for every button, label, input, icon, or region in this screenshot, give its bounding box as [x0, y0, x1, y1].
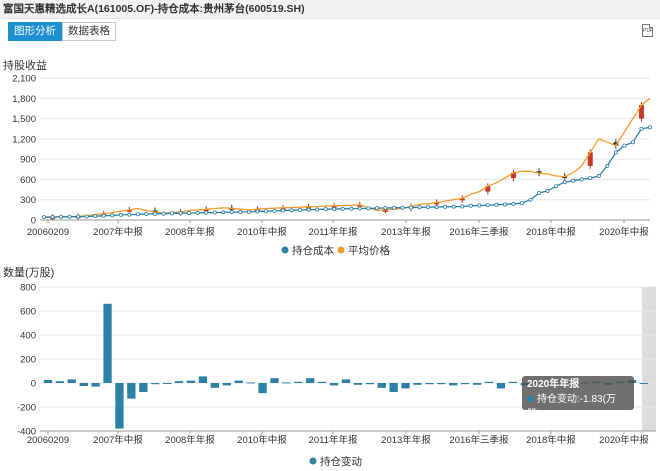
- y-tick-label: 800: [20, 283, 36, 294]
- x-tick-label: 2016年三季报: [449, 434, 509, 446]
- bar: [186, 380, 196, 383]
- bar: [389, 383, 398, 392]
- bar: [174, 381, 184, 383]
- bar: [639, 383, 649, 384]
- bar: [246, 382, 255, 384]
- bar: [437, 383, 446, 385]
- bar: [282, 382, 291, 384]
- bar: [91, 383, 100, 387]
- bar: [163, 383, 172, 384]
- tooltip-series: 持仓变动: [537, 394, 577, 405]
- bar: [318, 381, 327, 383]
- y-tick-label: 600: [20, 307, 36, 318]
- bar: [79, 383, 88, 386]
- x-tick-label: 2018年中报: [526, 434, 576, 446]
- bar: [508, 381, 517, 383]
- y-tick-label: -200: [17, 403, 36, 414]
- bar: [377, 383, 386, 388]
- bar: [270, 378, 279, 383]
- x-tick-label: 2011年年报: [309, 434, 358, 446]
- bar: [115, 383, 124, 429]
- x-tick-label: 2010年中报: [237, 434, 287, 446]
- bar: [449, 383, 458, 386]
- y-tick-label: 400: [20, 331, 36, 342]
- legend-change-icon: [309, 457, 317, 465]
- bar: [55, 381, 64, 383]
- bar: [484, 381, 494, 383]
- bar: [413, 383, 422, 385]
- x-tick-label: 20060209: [27, 435, 69, 446]
- bar: [496, 383, 506, 389]
- tooltip: 2020年年报 持仓变动:-1.83(万股): [522, 376, 634, 420]
- bar: [198, 376, 208, 383]
- tooltip-row: 持仓变动:-1.83(万股): [527, 394, 616, 420]
- bar: [341, 379, 351, 383]
- bar: [222, 383, 231, 386]
- y-tick-label: 200: [20, 355, 36, 366]
- bar: [258, 383, 267, 394]
- tooltip-title: 2020年年报: [527, 379, 580, 390]
- bar: [365, 383, 374, 385]
- bar: [401, 383, 410, 389]
- bar: [151, 383, 160, 385]
- bar: [127, 383, 136, 399]
- tooltip-dot-icon: [527, 396, 533, 403]
- x-tick-label: 2013年年报: [381, 434, 431, 446]
- bar: [329, 383, 339, 386]
- bar: [306, 378, 315, 383]
- x-tick-label: 2020年中报: [599, 434, 649, 446]
- bar: [103, 303, 112, 383]
- legend-holding-change: 持仓变动: [320, 455, 362, 468]
- bar: [139, 383, 148, 392]
- bar: [425, 383, 434, 385]
- bar: [473, 383, 482, 385]
- bar: [461, 383, 470, 385]
- x-tick-label: 2007年中报: [93, 434, 143, 446]
- y-tick-label: 0: [31, 379, 36, 390]
- bar: [210, 383, 219, 388]
- bar: [43, 380, 53, 383]
- bar: [234, 380, 243, 383]
- x-tick-label: 2008年年报: [165, 434, 215, 446]
- bar: [353, 383, 362, 385]
- bar: [294, 381, 303, 383]
- bar: [67, 379, 76, 383]
